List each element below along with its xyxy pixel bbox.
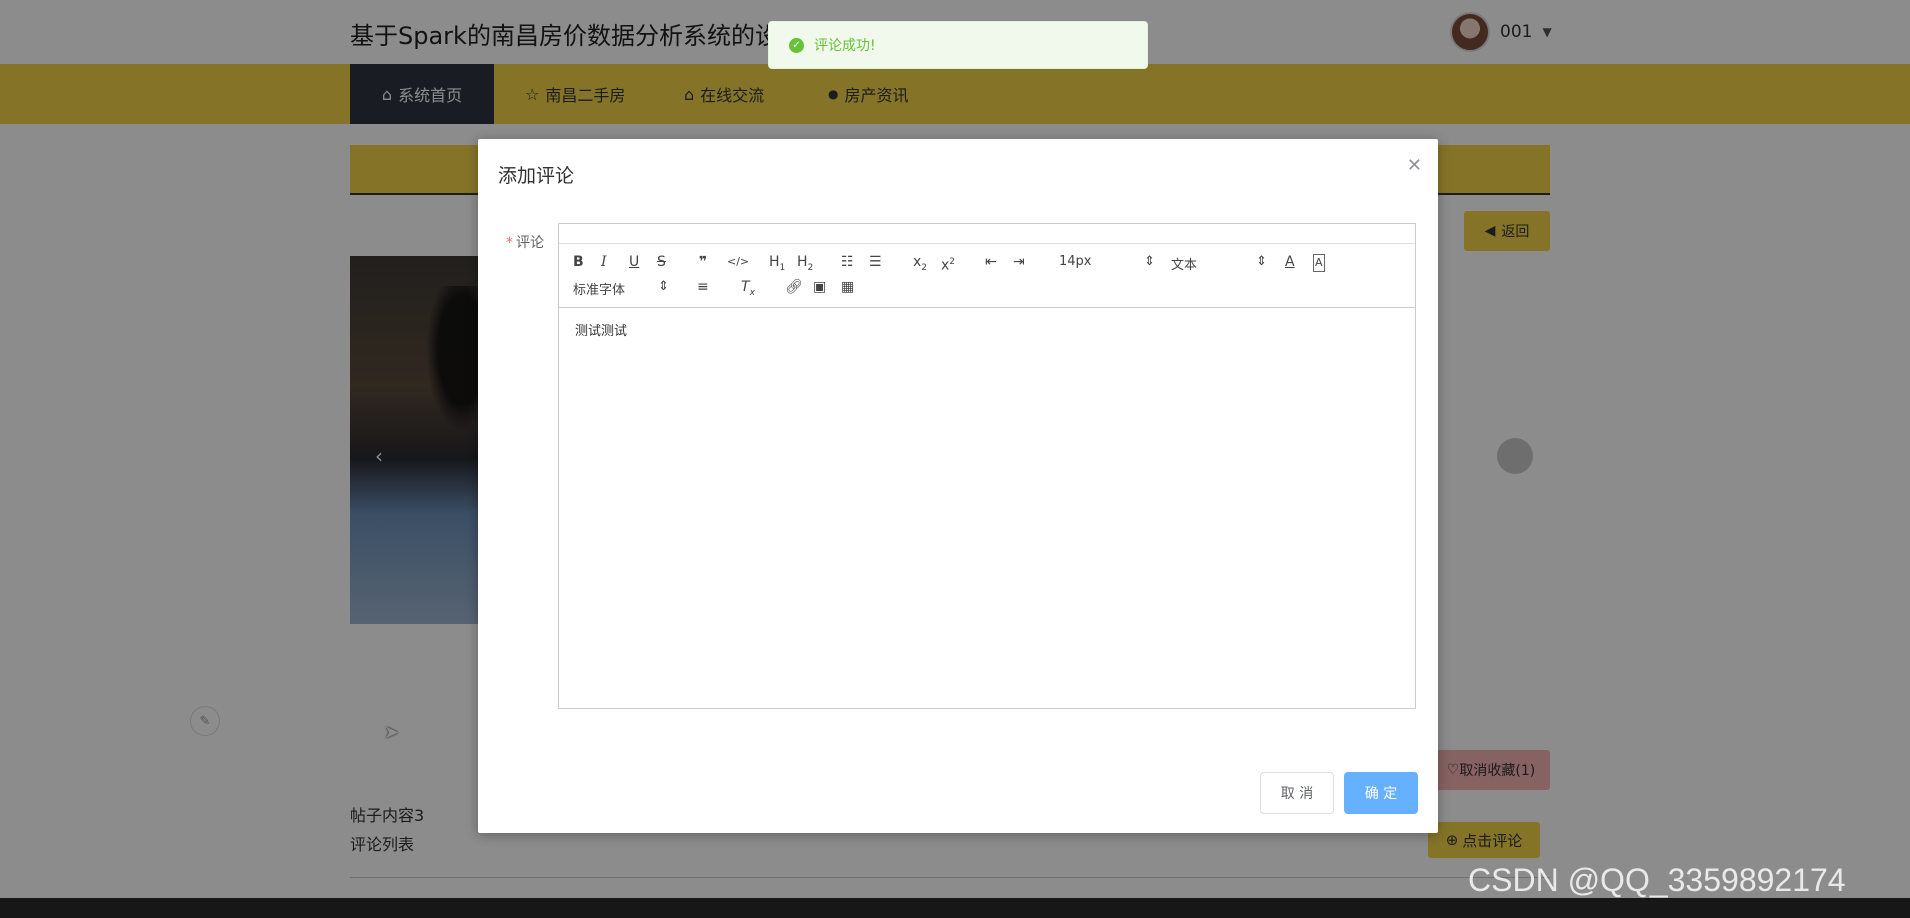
font-size-select[interactable]: 14px ⇕ [1059, 254, 1155, 269]
heading-2-icon[interactable]: H2 [797, 254, 813, 276]
align-icon[interactable]: ≡ [697, 279, 709, 295]
image-icon[interactable]: ▣ [813, 279, 826, 295]
bullet-list-icon[interactable]: ☰ [869, 254, 882, 270]
bold-icon[interactable]: B [573, 254, 584, 270]
indent-icon[interactable]: ⇥ [1013, 254, 1025, 270]
sort-icon: ⇕ [1144, 254, 1155, 269]
font-family-value: 标准字体 [573, 283, 626, 298]
success-toast: ✓ 评论成功! [768, 21, 1148, 69]
editor-toolbar: B I U S ❞ </> H1 H2 ☷ ☰ x2 x2 ⇤ ⇥ 14px ⇕… [559, 244, 1415, 308]
editor-top-border [559, 224, 1415, 244]
comment-field-label: * 评论 [506, 232, 544, 252]
font-family-select[interactable]: 标准字体 ⇕ [573, 279, 669, 298]
editor-content[interactable]: 测试测试 [559, 308, 1415, 351]
close-icon[interactable]: ✕ [1407, 155, 1422, 176]
subscript-icon[interactable]: x2 [913, 254, 927, 276]
confirm-button[interactable]: 确 定 [1344, 772, 1418, 814]
blockquote-icon[interactable]: ❞ [699, 254, 707, 270]
superscript-icon[interactable]: x2 [941, 254, 955, 274]
header-value: 文本 [1171, 258, 1198, 273]
ordered-list-icon[interactable]: ☷ [841, 254, 854, 270]
watermark: CSDN @QQ_3359892174 [1468, 862, 1846, 898]
outdent-icon[interactable]: ⇤ [985, 254, 997, 270]
link-icon[interactable]: 🔗︎ [785, 279, 803, 295]
code-block-icon[interactable]: </> [727, 254, 749, 270]
header-select[interactable]: 文本 ⇕ [1171, 254, 1267, 273]
dialog-title: 添加评论 [498, 165, 575, 187]
cancel-button[interactable]: 取 消 [1260, 772, 1334, 814]
italic-icon[interactable]: I [601, 254, 607, 270]
toast-message: 评论成功! [814, 38, 876, 54]
font-size-value: 14px [1059, 254, 1092, 269]
sort-icon: ⇕ [658, 279, 669, 294]
font-color-icon[interactable]: A [1285, 254, 1295, 270]
underline-icon[interactable]: U [629, 254, 639, 270]
required-asterisk: * [506, 235, 513, 251]
heading-1-icon[interactable]: H1 [769, 254, 785, 276]
comment-label-text: 评论 [516, 235, 544, 251]
clear-format-icon[interactable]: Tx [741, 279, 755, 301]
video-icon[interactable]: ▦ [841, 279, 854, 295]
rich-text-editor: B I U S ❞ </> H1 H2 ☷ ☰ x2 x2 ⇤ ⇥ 14px ⇕… [558, 223, 1416, 709]
strikethrough-icon[interactable]: S [657, 254, 666, 270]
background-color-icon[interactable]: A [1313, 254, 1325, 272]
check-circle-icon: ✓ [789, 37, 804, 53]
add-comment-dialog: 添加评论 ✕ * 评论 B I U S ❞ </> H1 H2 ☷ ☰ x2 x2… [478, 139, 1438, 833]
sort-icon: ⇕ [1256, 254, 1267, 269]
